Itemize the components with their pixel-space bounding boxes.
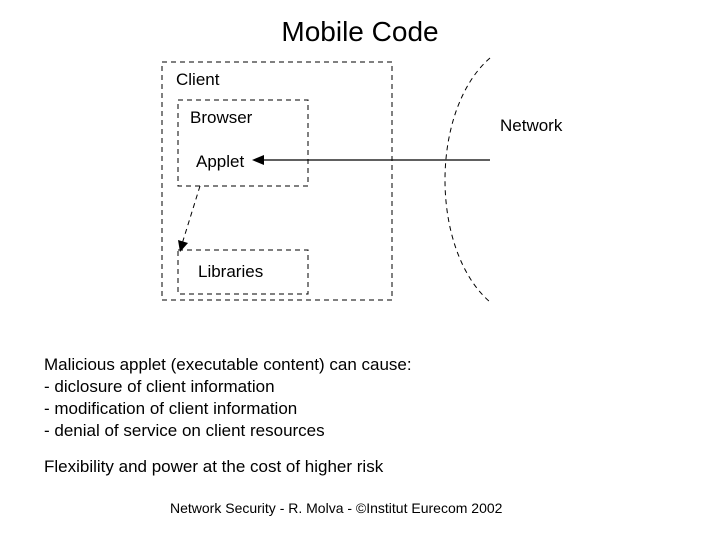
label-network: Network xyxy=(500,116,562,136)
body-line-2: - diclosure of client information xyxy=(44,376,275,399)
body-line-5: Flexibility and power at the cost of hig… xyxy=(44,456,383,479)
arrow-applet-to-libraries xyxy=(182,186,200,244)
body-line-1: Malicious applet (executable content) ca… xyxy=(44,354,412,377)
arrow-network-to-applet-head xyxy=(252,155,264,165)
body-line-3: - modification of client information xyxy=(44,398,297,421)
label-browser: Browser xyxy=(190,108,252,128)
label-libraries: Libraries xyxy=(198,262,263,282)
page-title: Mobile Code xyxy=(0,16,720,48)
client-box xyxy=(162,62,392,300)
body-line-4: - denial of service on client resources xyxy=(44,420,325,443)
footer-text: Network Security - R. Molva - ©Institut … xyxy=(170,500,502,516)
label-applet: Applet xyxy=(196,152,244,172)
network-arc xyxy=(445,58,490,302)
label-client: Client xyxy=(176,70,219,90)
